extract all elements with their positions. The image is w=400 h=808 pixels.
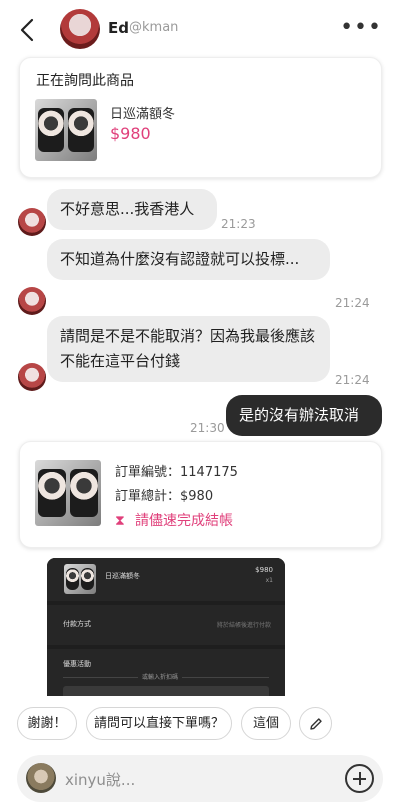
hourglass-icon: ⧗ (115, 513, 125, 529)
contact-avatar[interactable] (60, 9, 100, 49)
message-bubble: 不知道為什麼沒有認證就可以投標... (47, 239, 330, 280)
message-time: 21:24 (335, 373, 370, 387)
self-message-bubble: 是的沒有辦法取消 (226, 395, 382, 436)
shot-payment-label: 付款方式 (63, 620, 91, 628)
shot-product-row: 日巡滿額冬 $980 x1 (47, 558, 285, 601)
quick-reply-thanks[interactable]: 謝謝！ (17, 707, 77, 740)
sender-avatar[interactable] (18, 208, 46, 236)
contact-name[interactable]: Ed (108, 19, 129, 37)
message-input-placeholder: xinyu說... (65, 771, 136, 789)
pencil-icon (310, 718, 322, 730)
more-horizontal-icon[interactable]: ••• (340, 17, 382, 39)
message-input[interactable]: xinyu說... (17, 755, 383, 802)
quick-reply-order-directly[interactable]: 請問可以直接下單嗎？ (86, 707, 232, 740)
order-thumbnail (35, 460, 101, 526)
shot-coupon-hint: 或輸入折扣碼 (138, 672, 183, 681)
product-thumbnail (35, 99, 97, 161)
my-avatar (26, 763, 56, 793)
order-total: 訂單總計：$980 (115, 489, 214, 504)
sender-avatar[interactable] (18, 287, 46, 315)
shot-coupon-field (63, 686, 269, 696)
shot-promo-row: 優惠活動 或輸入折扣碼 (47, 649, 285, 696)
shot-product-thumbnail (64, 564, 96, 594)
contact-handle: @kman (129, 20, 179, 35)
shot-promo-label: 優惠活動 (63, 660, 91, 668)
product-price: $980 (110, 124, 151, 143)
chat-header: Ed @kman ••• (0, 0, 400, 58)
shot-payment-hint: 將於結帳後進行付款 (216, 622, 271, 629)
message-time: 21:30 (190, 421, 225, 435)
order-number: 訂單編號：1147175 (115, 465, 238, 480)
add-attachment-icon[interactable] (345, 764, 374, 793)
shared-screenshot-image[interactable]: 日巡滿額冬 $980 x1 付款方式 將於結帳後進行付款 優惠活動 或輸入折扣碼 (47, 558, 285, 696)
message-time: 21:24 (335, 296, 370, 310)
message-bubble: 請問是不是不能取消？因為我最後應該不能在這平台付錢 (47, 316, 330, 382)
shot-product-price: $980 (255, 566, 273, 574)
sender-avatar[interactable] (18, 363, 46, 391)
checkout-warning[interactable]: ⧗ 請儘速完成結帳 (115, 510, 233, 530)
checkout-warning-text: 請儘速完成結帳 (135, 513, 233, 529)
message-input-bar: xinyu說... (0, 748, 400, 808)
shot-product-qty: x1 (265, 577, 273, 584)
inquiry-title: 正在詢問此商品 (36, 73, 134, 89)
inquiry-product-card[interactable]: 正在詢問此商品 日巡滿額冬 $980 (19, 57, 382, 178)
shot-payment-row: 付款方式 將於結帳後進行付款 (47, 605, 285, 645)
message-bubble: 不好意思...我香港人 (47, 189, 217, 230)
edit-quick-replies-button[interactable] (299, 707, 332, 740)
shot-product-name: 日巡滿額冬 (105, 572, 140, 580)
order-card[interactable]: 訂單編號：1147175 訂單總計：$980 ⧗ 請儘速完成結帳 (19, 441, 382, 548)
product-name: 日巡滿額冬 (110, 107, 176, 122)
message-time: 21:23 (221, 217, 256, 231)
back-arrow-icon[interactable] (14, 16, 42, 44)
quick-reply-this-one[interactable]: 這個 (241, 707, 291, 740)
